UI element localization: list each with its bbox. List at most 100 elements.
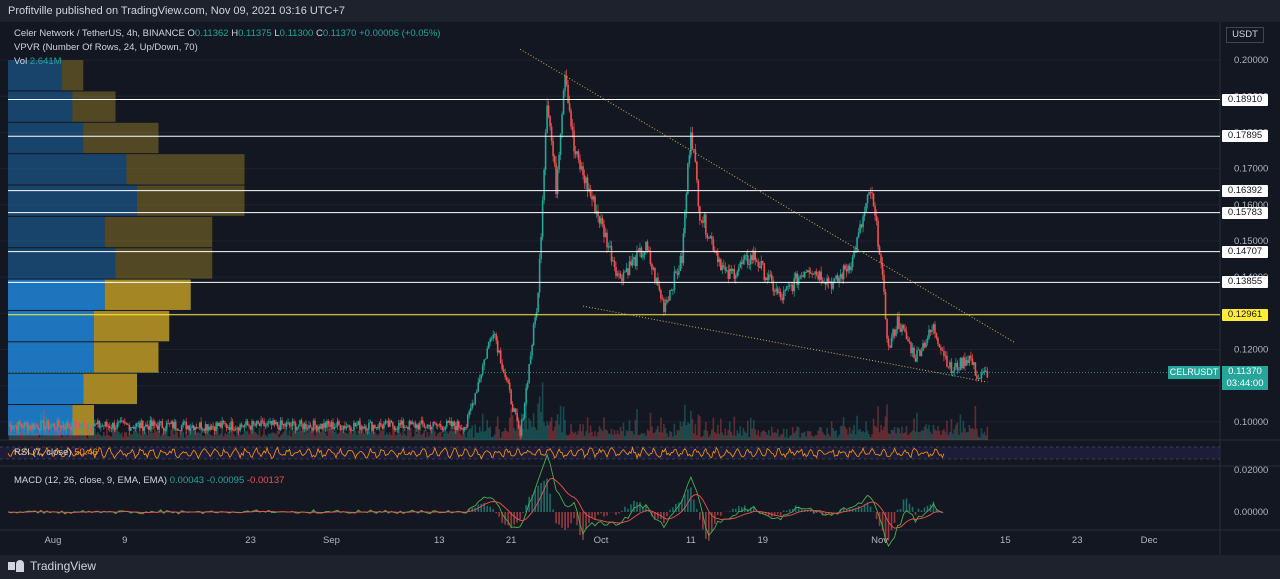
- volume-bar: [958, 434, 960, 440]
- volume-bar: [413, 436, 415, 440]
- symbol-legend[interactable]: Celer Network / TetherUS, 4h, BINANCE O0…: [14, 28, 440, 39]
- volume-bar: [167, 436, 170, 440]
- volume-legend[interactable]: Vol 2.641M: [14, 56, 62, 67]
- volume-bar: [769, 435, 772, 440]
- low-value: 0.11300: [279, 28, 314, 39]
- axes: 0.200000.190000.180000.170000.160000.150…: [44, 55, 1268, 546]
- volume-bar: [776, 428, 779, 440]
- macd-line-value: -0.00095: [206, 475, 245, 486]
- volume-bar: [362, 432, 364, 440]
- candle-body: [227, 427, 229, 429]
- time-tick-label: 15: [1000, 535, 1011, 546]
- candle-body: [904, 328, 906, 332]
- candle-body: [631, 259, 634, 266]
- candle-body: [11, 428, 14, 430]
- candle-body: [44, 426, 47, 430]
- volume-bar: [743, 431, 746, 440]
- volume-bar: [411, 437, 414, 440]
- candle-body: [817, 274, 819, 280]
- candle-body: [98, 420, 101, 428]
- volume-bar: [255, 433, 258, 440]
- volume-bar: [693, 433, 695, 440]
- time-tick-label: Aug: [44, 535, 61, 546]
- volume-bar: [606, 430, 608, 440]
- candle-body: [73, 420, 75, 429]
- vpvr-legend[interactable]: VPVR (Number Of Rows, 24, Up/Down, 70): [14, 42, 198, 53]
- candle-body: [318, 426, 321, 429]
- volume-bar: [513, 427, 515, 440]
- candle-body: [76, 421, 78, 426]
- candle-body: [839, 273, 842, 279]
- volume-bar: [791, 426, 794, 440]
- candle-body: [950, 362, 953, 374]
- candle-body: [976, 375, 978, 379]
- volume-bar: [182, 432, 185, 440]
- volume-bar: [532, 413, 535, 440]
- volume-bar: [907, 435, 909, 440]
- change-value: +0.00006 (+0.05%): [359, 28, 441, 39]
- candle-body: [124, 421, 126, 423]
- volume-bar: [124, 432, 126, 440]
- volume-bar: [767, 430, 770, 440]
- volume-bar: [88, 432, 90, 440]
- candle-body: [555, 163, 557, 195]
- candle-body: [881, 262, 884, 275]
- volume-bar: [571, 431, 574, 440]
- volume-bar: [568, 434, 571, 440]
- chart-area[interactable]: 0.200000.190000.180000.170000.160000.150…: [0, 22, 1280, 555]
- volume-bar: [222, 436, 225, 440]
- candle-body: [101, 425, 104, 427]
- candle-body: [699, 206, 701, 221]
- candle-body: [88, 426, 90, 429]
- candle-body: [528, 364, 530, 383]
- candle-body: [255, 421, 258, 426]
- volume-bar: [805, 436, 807, 440]
- candle-body: [538, 258, 541, 293]
- vpvr-up-row: [8, 373, 84, 405]
- candle-body: [188, 425, 190, 431]
- volume-bar: [41, 435, 44, 440]
- macd-legend[interactable]: MACD (12, 26, close, 9, EMA, EMA) 0.0004…: [14, 475, 284, 486]
- volume-bar: [613, 429, 616, 440]
- volume-bar: [474, 424, 477, 440]
- volume-bar: [880, 424, 882, 440]
- candle-body: [814, 271, 816, 274]
- macd-histogram-bar: [672, 507, 674, 512]
- candle-body: [228, 427, 231, 431]
- volume-bar: [817, 430, 819, 440]
- macd-signal-value: -0.00137: [246, 475, 285, 486]
- vpvr-down-row: [104, 216, 213, 248]
- candle-body: [907, 339, 909, 342]
- candle-body: [132, 427, 135, 429]
- macd-histogram-bar: [872, 511, 875, 512]
- candle-body: [865, 203, 867, 212]
- macd-pane: [7, 453, 944, 547]
- currency-button[interactable]: USDT: [1226, 27, 1264, 43]
- candle-body: [749, 255, 752, 265]
- rsi-legend[interactable]: RSI (7, close) 50.46: [14, 447, 98, 458]
- volume-bar: [965, 432, 968, 440]
- volume-bar: [257, 435, 259, 440]
- macd-histogram-bar: [902, 499, 905, 512]
- candle-body: [20, 424, 23, 427]
- tradingview-logo[interactable]: TradingView: [8, 559, 96, 573]
- candle-body: [568, 103, 571, 111]
- candle-body: [794, 273, 797, 279]
- candle-body: [234, 428, 237, 431]
- volume-bar: [661, 432, 664, 440]
- current-price: 0.11370: [1228, 366, 1262, 377]
- macd-histogram-bar: [618, 512, 620, 514]
- candle-body: [634, 256, 637, 267]
- volume-bar: [723, 435, 725, 440]
- candle-body: [25, 422, 27, 424]
- candle-body: [564, 75, 566, 91]
- volume-bar: [168, 436, 171, 440]
- volume-bar: [529, 420, 532, 440]
- volume-bar: [796, 426, 798, 440]
- volume-bar: [757, 430, 760, 440]
- macd-histogram-bar: [869, 506, 872, 512]
- candle-body: [761, 260, 764, 264]
- volume-bar: [450, 427, 453, 440]
- candle-body: [278, 426, 280, 431]
- volume-bar: [507, 432, 509, 440]
